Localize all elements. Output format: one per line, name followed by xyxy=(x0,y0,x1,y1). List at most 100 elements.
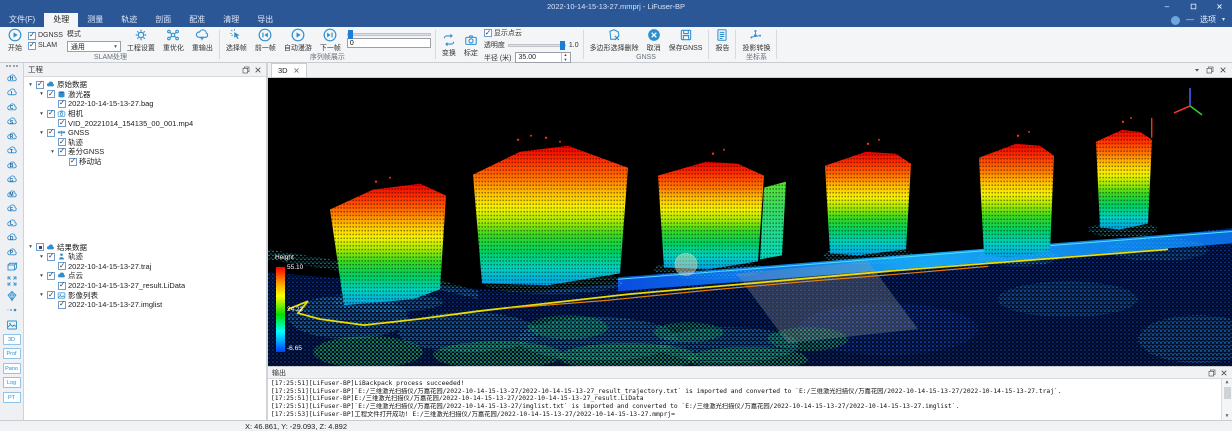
cloud-tool-G[interactable]: G xyxy=(0,173,23,188)
close-icon[interactable] xyxy=(1219,66,1227,74)
checkbox-icon[interactable] xyxy=(36,243,44,251)
options-menu[interactable]: 选项 xyxy=(1200,13,1216,27)
cloud-tool-L[interactable]: L xyxy=(0,216,23,231)
checkbox-icon[interactable] xyxy=(36,81,44,89)
scrollbar-thumb[interactable] xyxy=(1224,387,1231,399)
tree-item[interactable]: ▾相机 xyxy=(24,109,266,119)
tree-item[interactable]: ▾结果数据 xyxy=(24,242,266,252)
point-cloud-view[interactable] xyxy=(268,78,1232,366)
tab-配准[interactable]: 配准 xyxy=(180,13,214,27)
view-log-button[interactable]: Log xyxy=(0,376,23,391)
frame-input[interactable] xyxy=(347,38,431,48)
float-icon[interactable] xyxy=(1206,66,1214,74)
expander-icon[interactable]: ▾ xyxy=(27,244,34,250)
expander-icon[interactable]: ▾ xyxy=(49,149,56,155)
cloud-tool-F[interactable]: F xyxy=(0,202,23,217)
projection-convert-button[interactable]: 投影转换 xyxy=(740,28,772,53)
tree-item[interactable]: 2022-10-14-15-13-27_result.LiData xyxy=(24,281,266,291)
checkbox-icon[interactable] xyxy=(58,100,66,108)
checkbox-icon[interactable] xyxy=(47,110,55,118)
checkbox-icon[interactable] xyxy=(58,138,66,146)
cloud-tool-P[interactable]: P xyxy=(0,245,23,260)
view-pt-button[interactable]: PT xyxy=(0,390,23,405)
expand-tool-icon[interactable] xyxy=(0,274,23,289)
reexport-button[interactable]: 重输出 xyxy=(190,28,215,53)
viewport-3d[interactable]: Height 55.10 24.22 -6.65 xyxy=(268,78,1232,366)
collapse-ribbon-icon[interactable]: — xyxy=(1186,13,1194,27)
account-icon[interactable] xyxy=(1171,16,1180,25)
checkbox-icon[interactable] xyxy=(47,291,55,299)
close-icon[interactable] xyxy=(1220,369,1228,377)
project-settings-button[interactable]: 工程设置 xyxy=(125,28,157,53)
checkbox-icon[interactable] xyxy=(58,282,66,290)
opacity-slider[interactable] xyxy=(508,44,566,47)
report-button[interactable]: 报告 xyxy=(713,28,731,53)
checkbox-icon[interactable] xyxy=(58,301,66,309)
close-icon[interactable] xyxy=(293,67,300,74)
dots-tool-icon[interactable] xyxy=(0,303,23,318)
tab-轨迹[interactable]: 轨迹 xyxy=(112,13,146,27)
view-prof-button[interactable]: Prof xyxy=(0,347,23,362)
tab-测量[interactable]: 测量 xyxy=(78,13,112,27)
show-pointcloud-checkbox[interactable]: 显示点云 xyxy=(484,28,579,38)
expander-icon[interactable]: ▾ xyxy=(38,130,45,136)
checkbox-icon[interactable] xyxy=(47,272,55,280)
close-button[interactable] xyxy=(1206,0,1232,13)
slider-handle[interactable] xyxy=(348,30,353,39)
next-frame-button[interactable]: 下一帧 xyxy=(318,28,343,53)
cloud-tool-I[interactable]: I xyxy=(0,86,23,101)
calibrate-button[interactable]: 标定 xyxy=(462,33,480,58)
box-tool-icon[interactable] xyxy=(0,260,23,275)
expander-icon[interactable]: ▾ xyxy=(38,254,45,260)
transform-button[interactable]: 变换 xyxy=(440,33,458,58)
prev-frame-button[interactable]: 前一帧 xyxy=(253,28,278,53)
maximize-button[interactable] xyxy=(1180,0,1206,13)
cloud-tool-T[interactable]: T xyxy=(0,144,23,159)
tree-item[interactable]: ▾原始数据 xyxy=(24,80,266,90)
cancel-button[interactable]: 取消 xyxy=(645,28,663,53)
view-3d-button[interactable]: 3D xyxy=(0,332,23,347)
image-tool-icon[interactable] xyxy=(0,318,23,333)
chevron-down-icon[interactable] xyxy=(1193,66,1201,74)
cloud-tool-H[interactable]: H xyxy=(0,71,23,86)
tab-处理[interactable]: 处理 xyxy=(44,13,78,27)
expander-icon[interactable]: ▾ xyxy=(38,292,45,298)
expander-icon[interactable]: ▾ xyxy=(38,273,45,279)
frame-slider[interactable] xyxy=(347,33,431,36)
checkbox-icon[interactable] xyxy=(58,148,66,156)
prism-tool-icon[interactable] xyxy=(0,289,23,304)
checkbox-icon[interactable] xyxy=(58,262,66,270)
dgnss-checkbox[interactable]: DGNSS xyxy=(28,32,63,40)
checkbox-icon[interactable] xyxy=(47,90,55,98)
expander-icon[interactable]: ▾ xyxy=(38,91,45,97)
checkbox-icon[interactable] xyxy=(58,119,66,127)
scroll-down-icon[interactable]: ▼ xyxy=(1225,413,1228,420)
reoptimize-button[interactable]: 重优化 xyxy=(161,28,186,53)
polygon-delete-button[interactable]: 多边形选择删除 xyxy=(588,28,641,53)
cloud-tool-D[interactable]: D xyxy=(0,231,23,246)
float-icon[interactable] xyxy=(1208,369,1216,377)
tab-3d-view[interactable]: 3D xyxy=(271,63,307,77)
expander-icon[interactable]: ▾ xyxy=(38,111,45,117)
tree-item[interactable]: 2022-10-14-15-13-27.bag xyxy=(24,99,266,109)
stepper-arrows[interactable]: ▴▾ xyxy=(561,53,570,62)
tree-item[interactable]: ▾差分GNSS xyxy=(24,147,266,157)
tab-清理[interactable]: 清理 xyxy=(214,13,248,27)
tree-item[interactable]: 移动站 xyxy=(24,157,266,167)
cloud-tool-S[interactable]: S xyxy=(0,115,23,130)
checkbox-icon[interactable] xyxy=(47,253,55,261)
slider-handle[interactable] xyxy=(560,41,565,50)
cloud-tool-M[interactable]: M xyxy=(0,187,23,202)
cloud-tool-R[interactable]: R xyxy=(0,129,23,144)
scroll-up-icon[interactable]: ▲ xyxy=(1225,379,1228,386)
output-log[interactable]: [17:25:51][LiFuser-BP]LiBackpack process… xyxy=(268,379,1232,420)
tab-导出[interactable]: 导出 xyxy=(248,13,282,27)
tree-item[interactable]: VID_20221014_154135_00_001.mp4 xyxy=(24,118,266,128)
checkbox-icon[interactable] xyxy=(47,129,55,137)
minimize-button[interactable]: – xyxy=(1154,0,1180,13)
cloud-tool-C[interactable]: C xyxy=(0,100,23,115)
tab-剖面[interactable]: 剖面 xyxy=(146,13,180,27)
mode-dropdown[interactable]: 通用▾ xyxy=(67,41,121,52)
tree-item[interactable]: 2022-10-14-15-13-27.traj xyxy=(24,262,266,272)
vertical-scrollbar[interactable]: ▲ ▼ xyxy=(1221,379,1232,420)
